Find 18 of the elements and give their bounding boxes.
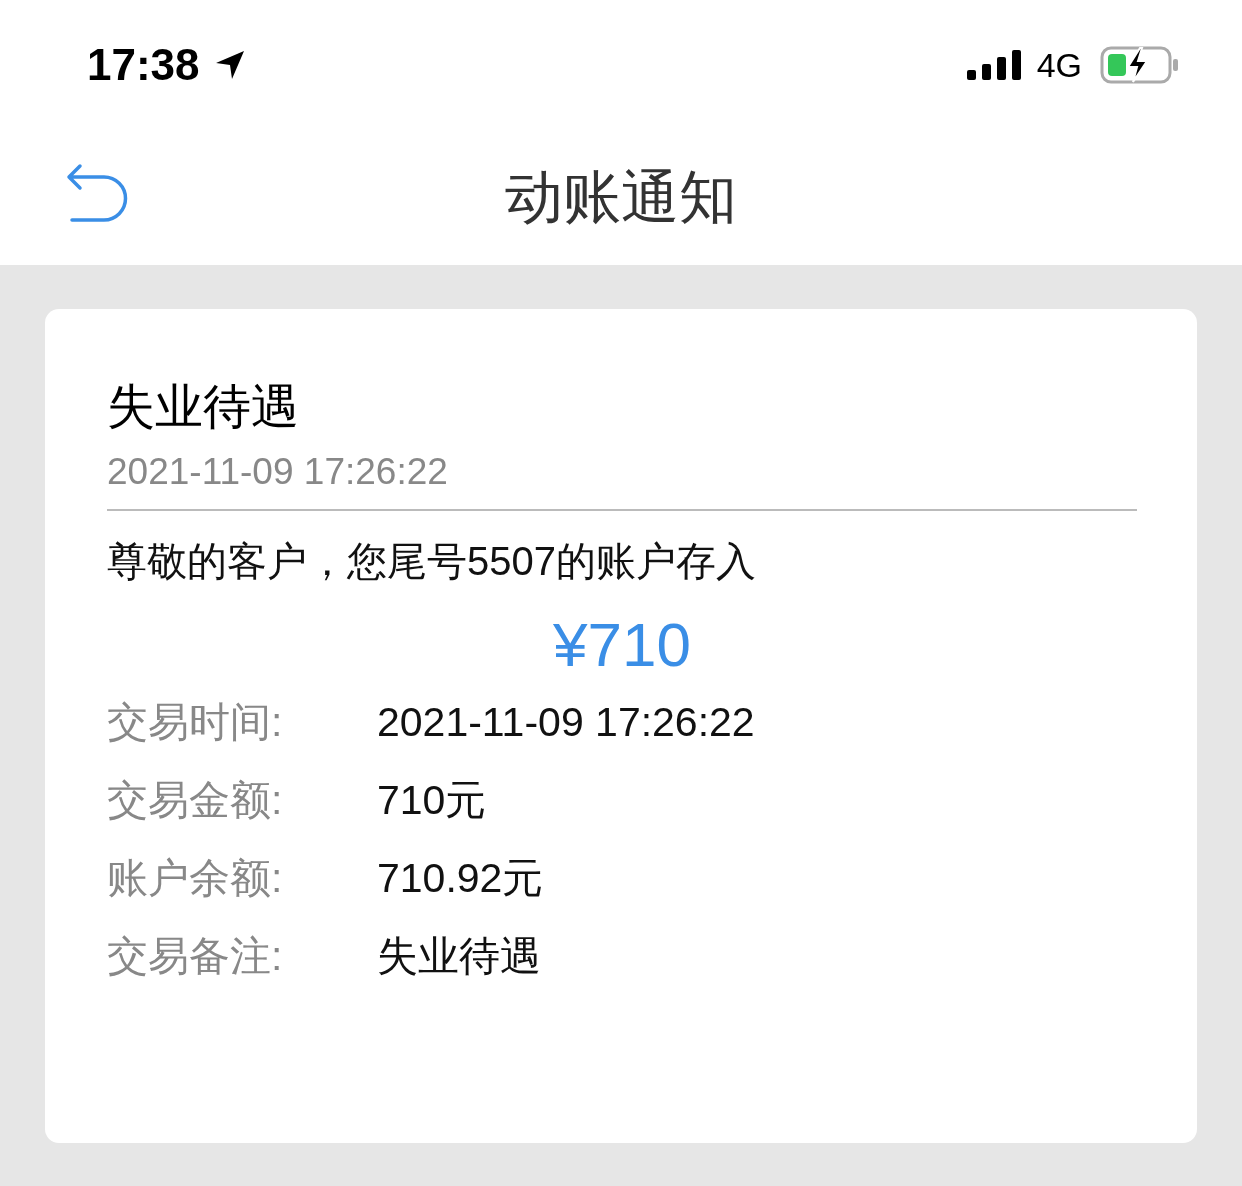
message-text: 尊敬的客户，您尾号5507的账户存入	[107, 538, 757, 585]
detail-value: 710元	[377, 775, 487, 825]
timestamp: 2021-11-09 17:26:22	[107, 450, 449, 494]
detail-label: 交易时间:	[107, 697, 284, 747]
network-type: 4G	[1036, 45, 1082, 85]
detail-label: 交易金额:	[107, 775, 284, 825]
detail-label: 交易备注:	[107, 931, 284, 981]
detail-value: 710.92元	[377, 853, 544, 903]
detail-value: 2021-11-09 17:26:22	[377, 698, 755, 746]
battery-charging-icon	[1100, 46, 1180, 84]
page-title: 动账通知	[505, 162, 737, 231]
detail-label: 账户余额:	[107, 853, 284, 903]
status-time: 17:38	[87, 40, 200, 90]
card-title: 失业待遇	[107, 379, 300, 435]
amount: ¥710	[552, 609, 692, 681]
back-icon[interactable]	[66, 162, 128, 224]
signal-icon	[966, 50, 1023, 80]
detail-value: 失业待遇	[377, 931, 541, 981]
